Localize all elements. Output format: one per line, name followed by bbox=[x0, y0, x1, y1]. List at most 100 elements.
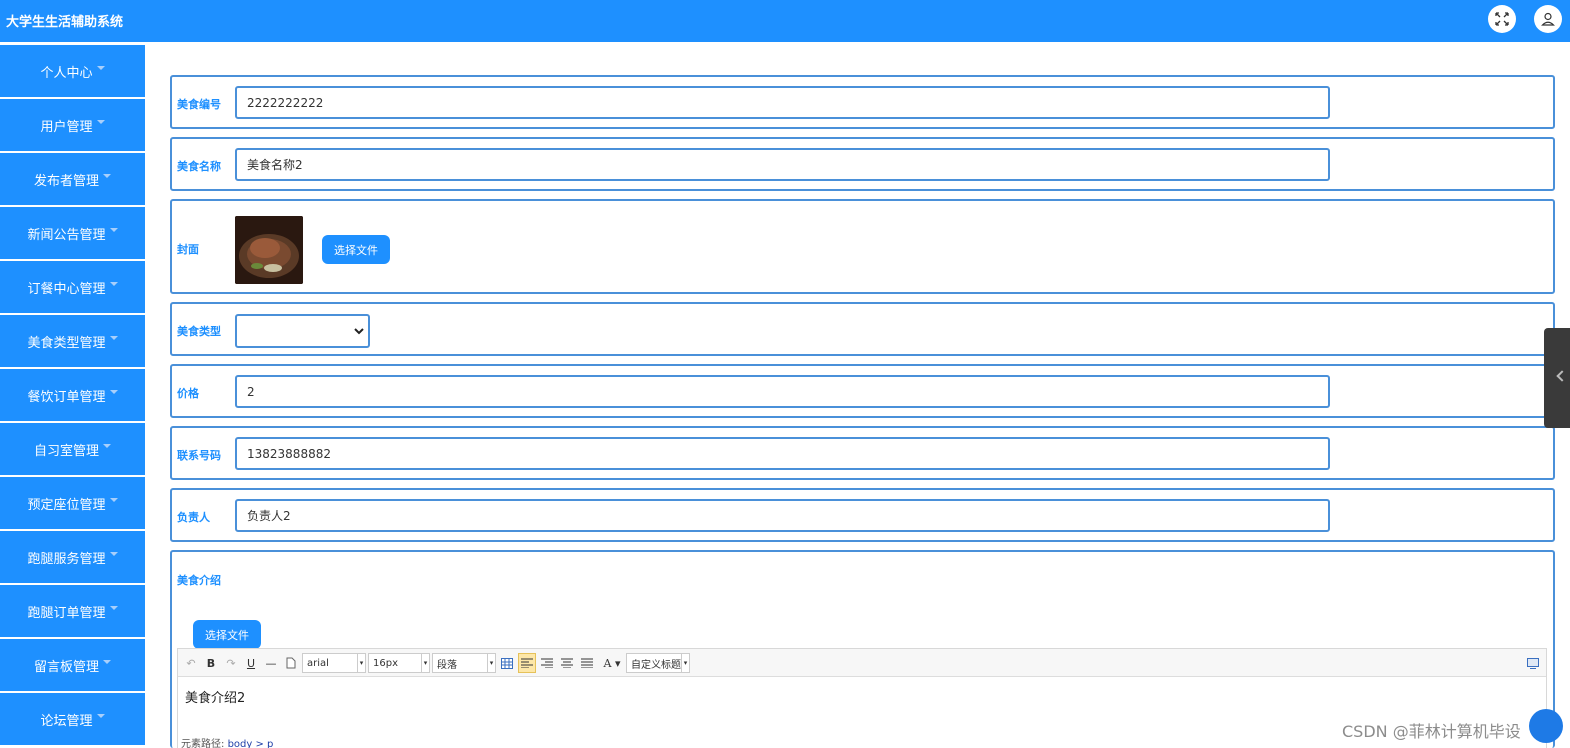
sidebar-item-publishers[interactable]: 发布者管理 bbox=[0, 153, 145, 205]
field-label: 封面 bbox=[177, 243, 199, 256]
font-family-value: arial bbox=[307, 657, 329, 669]
font-size-select[interactable]: 16px ▾ bbox=[368, 653, 430, 673]
sidebar-item-label: 留言板管理 bbox=[33, 659, 99, 675]
element-path-label: 元素路径: bbox=[181, 739, 225, 748]
font-color-icon[interactable]: A ▾ bbox=[600, 654, 624, 672]
sidebar-item-label: 美食类型管理 bbox=[27, 335, 106, 351]
sidebar-item-errand-orders[interactable]: 跑腿订单管理 bbox=[0, 585, 145, 637]
sidebar-item-food-types[interactable]: 美食类型管理 bbox=[0, 315, 145, 367]
sidebar-item-label: 订餐中心管理 bbox=[27, 281, 106, 297]
code-input[interactable]: 2222222222 bbox=[235, 86, 1330, 119]
chevron-left-icon bbox=[1556, 370, 1568, 382]
sidebar-item-personal-center[interactable]: 个人中心 bbox=[0, 45, 145, 97]
fullscreen-icon[interactable] bbox=[1488, 5, 1516, 33]
preview-icon[interactable] bbox=[1526, 654, 1540, 672]
sidebar-item-label: 自习室管理 bbox=[33, 443, 99, 459]
align-center-icon[interactable] bbox=[560, 654, 574, 672]
editor-content[interactable]: 美食介绍2 bbox=[185, 687, 245, 706]
top-bar: 大学生生活辅助系统 bbox=[0, 0, 1570, 42]
sidebar-item-errand-services[interactable]: 跑腿服务管理 bbox=[0, 531, 145, 583]
sidebar-item-seat-reservations[interactable]: 预定座位管理 bbox=[0, 477, 145, 529]
field-label: 价格 bbox=[177, 387, 199, 400]
chevron-down-icon: ▾ bbox=[681, 654, 689, 672]
sidebar-item-food-orders[interactable]: 餐饮订单管理 bbox=[0, 369, 145, 421]
user-icon[interactable] bbox=[1534, 5, 1562, 33]
align-left-icon[interactable] bbox=[518, 653, 536, 673]
align-justify-icon[interactable] bbox=[580, 654, 594, 672]
chevron-down-icon: ▾ bbox=[421, 654, 429, 672]
sidebar-item-label: 用户管理 bbox=[40, 119, 93, 135]
watermark: CSDN @菲林计算机毕设 bbox=[1342, 722, 1521, 741]
form-row-owner: 负责人 负责人2 bbox=[170, 488, 1555, 542]
paragraph-select[interactable]: 段落 ▾ bbox=[432, 653, 496, 673]
owner-input[interactable]: 负责人2 bbox=[235, 499, 1330, 532]
sidebar-item-label: 论坛管理 bbox=[40, 713, 93, 729]
side-collapse-tab[interactable] bbox=[1544, 328, 1570, 428]
chevron-down-icon bbox=[109, 228, 118, 232]
chevron-down-icon bbox=[96, 66, 105, 70]
intro-choose-file-button[interactable]: 选择文件 bbox=[193, 620, 261, 649]
chevron-down-icon: ▾ bbox=[487, 654, 495, 672]
sidebar-item-news[interactable]: 新闻公告管理 bbox=[0, 207, 145, 259]
custom-title-select[interactable]: 自定义标题 ▾ bbox=[626, 653, 690, 673]
cover-choose-file-button[interactable]: 选择文件 bbox=[322, 235, 390, 264]
redo-icon[interactable]: ↷ bbox=[224, 654, 238, 672]
field-label: 美食类型 bbox=[177, 325, 221, 338]
field-label: 负责人 bbox=[177, 511, 210, 524]
sidebar-item-ordering-center[interactable]: 订餐中心管理 bbox=[0, 261, 145, 313]
align-right-icon[interactable] bbox=[540, 654, 554, 672]
form-row-phone: 联系号码 13823888882 bbox=[170, 426, 1555, 480]
form-row-cover: 封面 选择文件 bbox=[170, 199, 1555, 294]
chevron-down-icon bbox=[109, 390, 118, 394]
sidebar-item-label: 餐饮订单管理 bbox=[27, 389, 106, 405]
field-label: 美食名称 bbox=[177, 160, 221, 173]
sidebar-item-forum[interactable]: 论坛管理 bbox=[0, 693, 145, 745]
document-icon[interactable] bbox=[284, 654, 298, 672]
sidebar-item-label: 个人中心 bbox=[40, 65, 93, 81]
price-input[interactable]: 2 bbox=[235, 375, 1330, 408]
chevron-down-icon bbox=[109, 606, 118, 610]
sidebar-item-study-rooms[interactable]: 自习室管理 bbox=[0, 423, 145, 475]
floating-action-button[interactable] bbox=[1529, 709, 1563, 743]
chevron-down-icon bbox=[96, 714, 105, 718]
sidebar-item-label: 新闻公告管理 bbox=[27, 227, 106, 243]
form-row-price: 价格 2 bbox=[170, 364, 1555, 418]
sidebar-item-label: 发布者管理 bbox=[33, 173, 99, 189]
chevron-down-icon: ▾ bbox=[357, 654, 365, 672]
sidebar-item-label: 跑腿订单管理 bbox=[27, 605, 106, 621]
undo-icon[interactable]: ↶ bbox=[184, 654, 198, 672]
chevron-down-icon bbox=[103, 174, 111, 178]
form-row-code: 美食编号 2222222222 bbox=[170, 75, 1555, 129]
field-label: 美食编号 bbox=[177, 98, 221, 111]
chevron-down-icon bbox=[354, 328, 364, 335]
font-family-select[interactable]: arial ▾ bbox=[302, 653, 366, 673]
horizontal-rule-icon[interactable]: — bbox=[264, 654, 278, 672]
app-title: 大学生生活辅助系统 bbox=[6, 15, 124, 30]
field-label: 联系号码 bbox=[177, 449, 221, 462]
bold-icon[interactable]: B bbox=[204, 654, 218, 672]
sidebar: 个人中心 用户管理 发布者管理 新闻公告管理 订餐中心管理 美食类型管理 餐饮订… bbox=[0, 45, 145, 748]
field-label: 美食介绍 bbox=[177, 574, 221, 587]
food-type-select[interactable] bbox=[235, 314, 370, 348]
chevron-down-icon bbox=[109, 498, 118, 502]
phone-input[interactable]: 13823888882 bbox=[235, 437, 1330, 470]
cover-image bbox=[235, 216, 303, 284]
sidebar-item-label: 预定座位管理 bbox=[27, 497, 106, 513]
chevron-down-icon bbox=[96, 120, 105, 124]
chevron-down-icon bbox=[109, 336, 118, 340]
sidebar-item-users[interactable]: 用户管理 bbox=[0, 99, 145, 151]
table-icon[interactable] bbox=[500, 654, 514, 672]
sidebar-item-label: 跑腿服务管理 bbox=[27, 551, 106, 567]
element-path-value[interactable]: body > p bbox=[228, 739, 274, 748]
editor-toolbar: ↶ B ↷ U — arial ▾ 16px ▾ 段落 ▾ A ▾ 自定义标题 … bbox=[178, 649, 1546, 677]
sidebar-item-message-board[interactable]: 留言板管理 bbox=[0, 639, 145, 691]
chevron-down-icon bbox=[103, 660, 111, 664]
paragraph-value: 段落 bbox=[437, 659, 457, 671]
font-size-value: 16px bbox=[373, 657, 398, 669]
form-row-type: 美食类型 bbox=[170, 302, 1555, 356]
form-row-name: 美食名称 美食名称2 bbox=[170, 137, 1555, 191]
underline-icon[interactable]: U bbox=[244, 654, 258, 672]
custom-title-value: 自定义标题 bbox=[631, 659, 681, 671]
name-input[interactable]: 美食名称2 bbox=[235, 148, 1330, 181]
chevron-down-icon bbox=[109, 552, 118, 556]
